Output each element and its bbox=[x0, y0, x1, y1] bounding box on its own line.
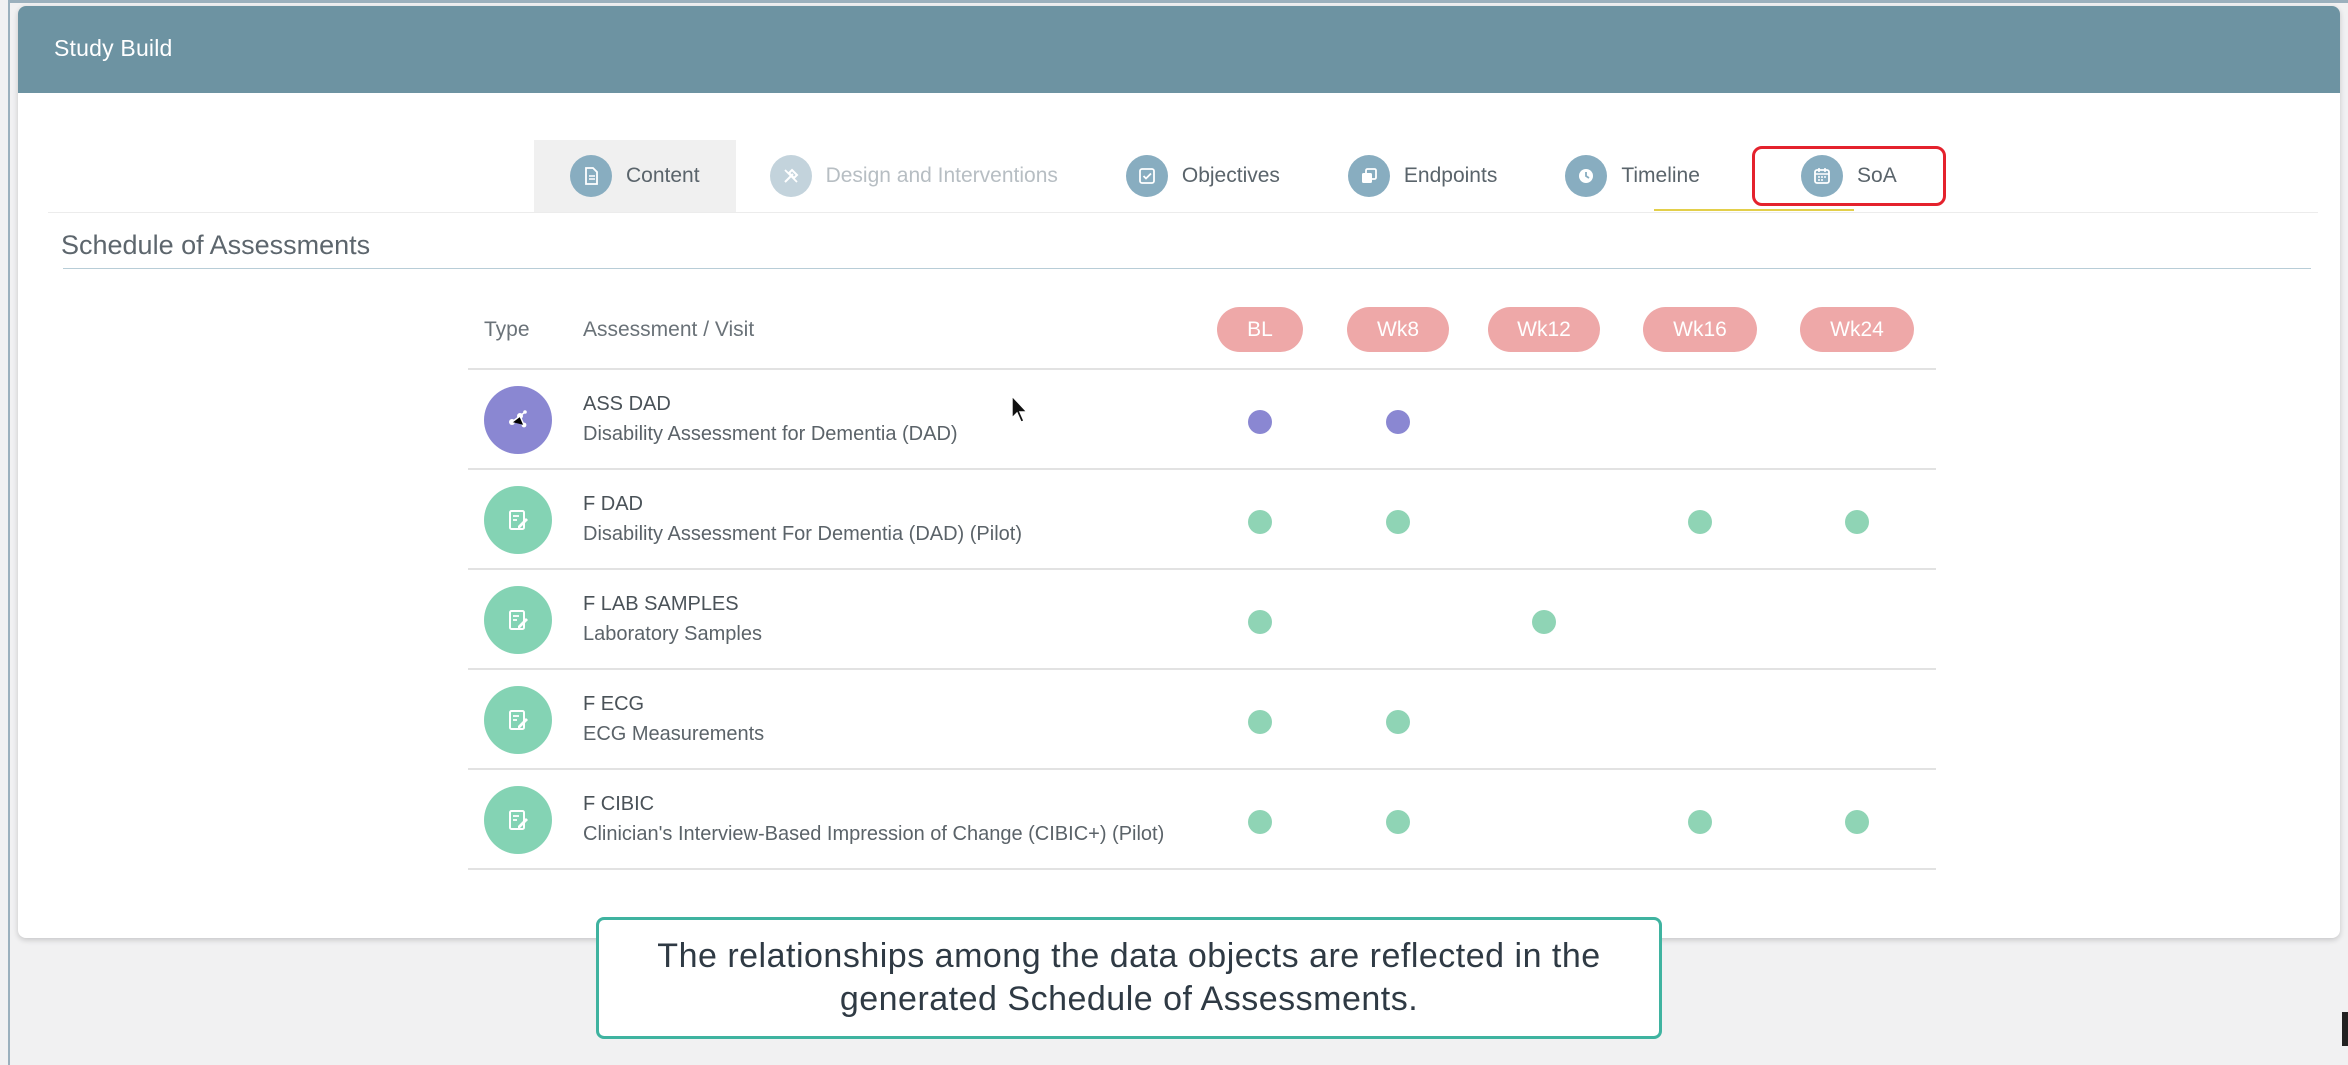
visit-pill[interactable]: Wk16 bbox=[1643, 307, 1757, 352]
tab-label: Timeline bbox=[1621, 164, 1700, 187]
table-row[interactable]: F DAD Disability Assessment For Dementia … bbox=[468, 470, 1936, 570]
table-header-row: Type Assessment / Visit BL Wk8 Wk12 Wk16 Wk2… bbox=[468, 296, 1936, 370]
schedule-mark bbox=[1845, 510, 1869, 534]
tab-label: Objectives bbox=[1181, 164, 1280, 187]
tab-label: Design and Interventions bbox=[825, 164, 1058, 187]
header-bar: Study Build bbox=[18, 6, 2340, 93]
assessment-code: F LAB SAMPLES bbox=[583, 593, 739, 615]
assessment-code: F ECG bbox=[583, 693, 645, 715]
table-row[interactable]: ASS DAD Disability Assessment for Dementi… bbox=[468, 370, 1936, 470]
clock-icon bbox=[1565, 155, 1608, 197]
section-divider bbox=[63, 268, 2311, 269]
page-title: Schedule of Assessments bbox=[61, 230, 371, 260]
form-icon[interactable] bbox=[484, 686, 552, 754]
schedule-mark bbox=[1845, 810, 1869, 834]
schedule-mark bbox=[1248, 710, 1272, 734]
schedule-mark bbox=[1248, 510, 1272, 534]
schedule-mark bbox=[1386, 810, 1410, 834]
schedule-of-assessments-table: Type Assessment / Visit BL Wk8 Wk12 Wk16 Wk2… bbox=[468, 296, 1936, 870]
schedule-mark bbox=[1688, 810, 1712, 834]
tab-endpoints[interactable]: Endpoints bbox=[1314, 140, 1531, 212]
form-icon[interactable] bbox=[484, 786, 552, 854]
network-icon[interactable] bbox=[484, 386, 552, 454]
assessment-code: ASS DAD bbox=[583, 393, 671, 415]
assessment-name: Disability Assessment for Dementia (DAD) bbox=[583, 423, 958, 445]
window-frame-left bbox=[8, 0, 10, 1065]
schedule-mark bbox=[1688, 510, 1712, 534]
active-tab-indicator bbox=[1654, 209, 1854, 211]
assessment-name: Disability Assessment For Dementia (DAD)… bbox=[583, 523, 1022, 545]
tab-label: SoA bbox=[1857, 164, 1897, 187]
schedule-mark bbox=[1532, 610, 1556, 634]
schedule-mark bbox=[1386, 710, 1410, 734]
tab-label: Content bbox=[626, 164, 700, 187]
visit-pill[interactable]: BL bbox=[1217, 307, 1303, 352]
form-icon[interactable] bbox=[484, 586, 552, 654]
table-row[interactable]: F LAB SAMPLES Laboratory Samples bbox=[468, 570, 1936, 670]
mouse-cursor-icon bbox=[1011, 394, 1029, 423]
tabs-divider bbox=[48, 212, 2318, 213]
document-icon bbox=[570, 155, 612, 197]
study-build-panel: Study Build Content Design and Intervent… bbox=[18, 6, 2340, 938]
assessment-code: F CIBIC bbox=[583, 793, 655, 815]
column-header-assessment-visit: Assessment / Visit bbox=[583, 318, 755, 341]
app-title: Study Build bbox=[54, 35, 173, 61]
assessment-name: ECG Measurements bbox=[583, 723, 765, 745]
assessment-name: Laboratory Samples bbox=[583, 623, 762, 645]
schedule-mark bbox=[1248, 410, 1272, 434]
schedule-mark bbox=[1386, 510, 1410, 534]
tab-design-and-interventions[interactable]: Design and Interventions bbox=[736, 140, 1092, 212]
visit-pill[interactable]: Wk12 bbox=[1488, 307, 1600, 352]
form-icon[interactable] bbox=[484, 486, 552, 554]
schedule-mark bbox=[1248, 810, 1272, 834]
tab-content[interactable]: Content bbox=[534, 140, 736, 212]
schedule-mark bbox=[1248, 610, 1272, 634]
tab-bar: Content Design and Interventions Objecti… bbox=[534, 140, 1946, 212]
table-row[interactable]: F CIBIC Clinician's Interview-Based Impre… bbox=[468, 770, 1936, 870]
tab-objectives[interactable]: Objectives bbox=[1092, 140, 1314, 212]
tab-timeline[interactable]: Timeline bbox=[1531, 140, 1734, 212]
assessment-code: F DAD bbox=[583, 493, 643, 515]
schedule-mark bbox=[1386, 410, 1410, 434]
column-header-type: Type bbox=[484, 318, 530, 341]
tools-icon bbox=[769, 155, 812, 197]
checkbox-icon bbox=[1125, 155, 1168, 197]
tab-soa[interactable]: SoA bbox=[1751, 146, 1946, 206]
tab-label: Endpoints bbox=[1403, 164, 1498, 187]
tutorial-caption: The relationships among the data objects… bbox=[596, 917, 1662, 1039]
calendar-icon bbox=[1801, 155, 1844, 197]
window-frame-top bbox=[8, 0, 2348, 3]
visit-pill[interactable]: Wk24 bbox=[1800, 307, 1914, 352]
edge-mark bbox=[2342, 1012, 2348, 1046]
assessment-name: Clinician's Interview-Based Impression o… bbox=[583, 823, 1165, 845]
layers-icon bbox=[1347, 155, 1390, 197]
table-row[interactable]: F ECG ECG Measurements bbox=[468, 670, 1936, 770]
visit-pill[interactable]: Wk8 bbox=[1347, 307, 1449, 352]
